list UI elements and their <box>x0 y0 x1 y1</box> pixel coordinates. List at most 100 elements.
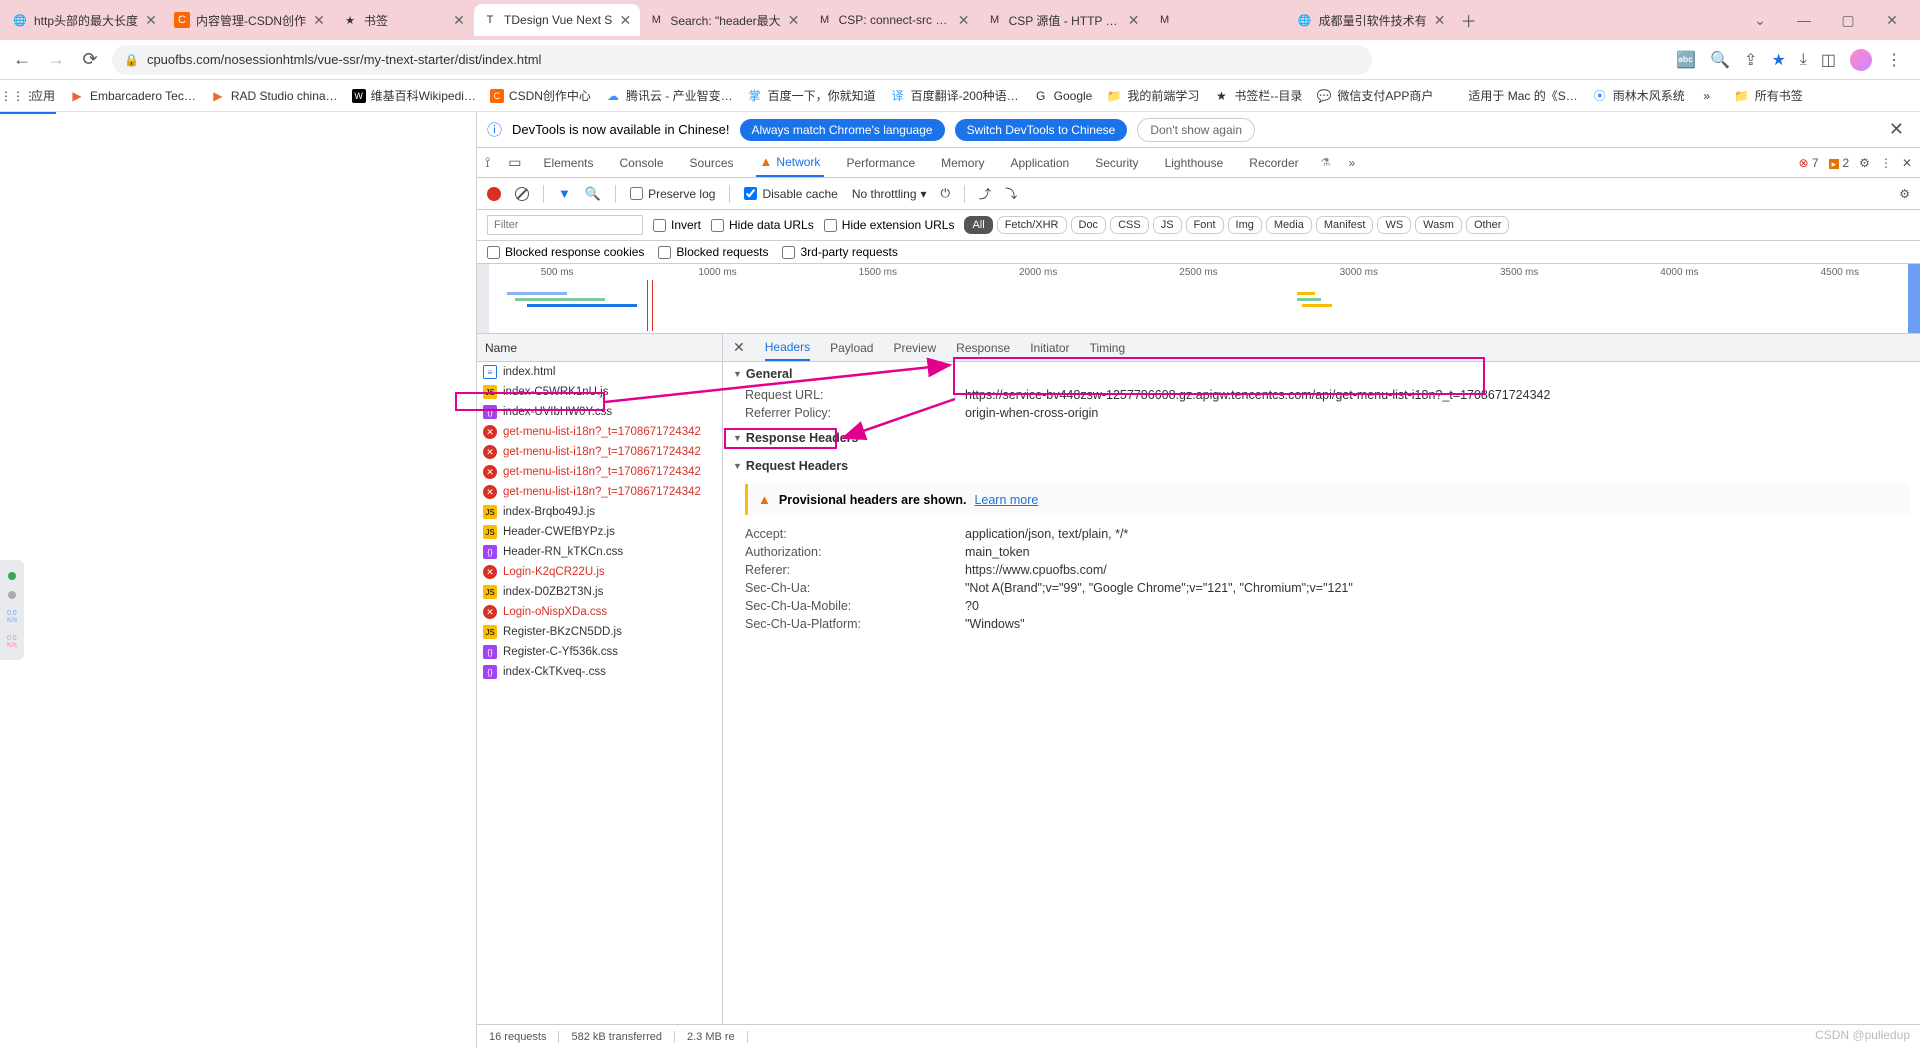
record-button[interactable] <box>487 187 501 201</box>
switch-language-button[interactable]: Switch DevTools to Chinese <box>955 119 1128 141</box>
devtools-tab-memory[interactable]: Memory <box>937 148 988 177</box>
close-tab-icon[interactable]: ✕ <box>312 13 326 27</box>
request-row[interactable]: {}index-UVIbHW0Y.css <box>477 402 722 422</box>
request-row[interactable]: ✕get-menu-list-i18n?_t=1708671724342 <box>477 422 722 442</box>
minimize-button[interactable]: — <box>1792 12 1816 29</box>
devtools-tab-elements[interactable]: Elements <box>539 148 597 177</box>
back-button[interactable]: ← <box>10 48 34 72</box>
blocked-cookies-checkbox[interactable]: Blocked response cookies <box>487 245 644 259</box>
forward-button[interactable]: → <box>44 48 68 72</box>
close-tab-icon[interactable]: ✕ <box>957 13 971 27</box>
panel-icon[interactable]: ◫ <box>1821 50 1836 70</box>
match-language-button[interactable]: Always match Chrome's language <box>740 119 945 141</box>
reload-button[interactable]: ⟳ <box>78 48 102 72</box>
request-row[interactable]: {}Header-RN_kTKCn.css <box>477 542 722 562</box>
bookmark-item[interactable]: GGoogle <box>1033 88 1093 104</box>
preserve-log-checkbox[interactable]: Preserve log <box>630 187 715 201</box>
request-row[interactable]: JSindex-C5WRK1nU.js <box>477 382 722 402</box>
detail-tab-timing[interactable]: Timing <box>1090 334 1126 361</box>
request-row[interactable]: ✕Login-K2qCR22U.js <box>477 562 722 582</box>
hide-data-urls-checkbox[interactable]: Hide data URLs <box>711 218 814 232</box>
response-headers-section[interactable]: Response Headers <box>723 426 1920 450</box>
filter-type-css[interactable]: CSS <box>1110 216 1149 234</box>
name-column-header[interactable]: Name <box>477 334 722 362</box>
bookmark-item[interactable]: ▶RAD Studio china… <box>210 88 338 104</box>
error-badge[interactable]: ⊗ 7 <box>1799 156 1819 170</box>
devtools-tab-sources[interactable]: Sources <box>686 148 738 177</box>
filter-type-font[interactable]: Font <box>1186 216 1224 234</box>
share-icon[interactable]: ⇪ <box>1744 50 1757 70</box>
kebab-icon[interactable]: ⋮ <box>1880 156 1892 170</box>
throttling-select[interactable]: No throttling▾ <box>852 187 927 201</box>
browser-tab[interactable]: 🌐成都量引软件技术有✕ <box>1289 4 1455 36</box>
bookmark-item[interactable]: ⋮⋮⋮应用 <box>10 87 55 104</box>
new-tab-button[interactable]: ＋ <box>1455 6 1483 34</box>
request-row[interactable]: ✕get-menu-list-i18n?_t=1708671724342 <box>477 482 722 502</box>
request-row[interactable]: JSindex-D0ZB2T3N.js <box>477 582 722 602</box>
filter-type-ws[interactable]: WS <box>1377 216 1411 234</box>
close-tab-icon[interactable]: ✕ <box>618 13 632 27</box>
detail-tab-headers[interactable]: Headers <box>765 334 810 361</box>
detail-tab-initiator[interactable]: Initiator <box>1030 334 1069 361</box>
warning-badge[interactable]: ▸ 2 <box>1829 156 1850 170</box>
more-tabs-icon[interactable]: » <box>1349 156 1356 170</box>
bookmark-item[interactable]: 📁我的前端学习 <box>1106 87 1199 104</box>
menu-icon[interactable]: ⋮ <box>1886 50 1902 70</box>
avatar[interactable] <box>1850 49 1872 71</box>
bookmark-item[interactable]: CCSDN创作中心 <box>490 87 591 104</box>
third-party-checkbox[interactable]: 3rd-party requests <box>782 245 897 259</box>
hide-extension-urls-checkbox[interactable]: Hide extension URLs <box>824 218 955 232</box>
invert-checkbox[interactable]: Invert <box>653 218 701 232</box>
bookmark-item[interactable]: ⦿雨林木风系统 <box>1592 87 1685 104</box>
request-row[interactable]: ✕Login-oNispXDa.css <box>477 602 722 622</box>
settings-gear-icon[interactable]: ⚙ <box>1899 187 1910 201</box>
dont-show-button[interactable]: Don't show again <box>1137 118 1255 142</box>
disable-cache-checkbox[interactable]: Disable cache <box>744 187 837 201</box>
filter-type-js[interactable]: JS <box>1153 216 1182 234</box>
bookmark-item[interactable]: ☁腾讯云 - 产业智变… <box>605 87 733 104</box>
close-tab-icon[interactable]: ✕ <box>787 13 801 27</box>
general-section[interactable]: General <box>723 362 1920 386</box>
filter-type-other[interactable]: Other <box>1466 216 1510 234</box>
filter-type-doc[interactable]: Doc <box>1071 216 1107 234</box>
filter-type-fetch-xhr[interactable]: Fetch/XHR <box>997 216 1067 234</box>
devtools-tab-recorder[interactable]: Recorder <box>1245 148 1302 177</box>
side-widget[interactable]: 0.0K/s 0.0K/s <box>0 560 24 660</box>
wifi-icon[interactable]: ⏻ <box>941 186 951 201</box>
request-row[interactable]: ✕get-menu-list-i18n?_t=1708671724342 <box>477 462 722 482</box>
detail-tab-payload[interactable]: Payload <box>830 334 873 361</box>
request-row[interactable]: {}index-CkTKveq-.css <box>477 662 722 682</box>
zoom-icon[interactable]: 🔍 <box>1710 50 1730 70</box>
close-tab-icon[interactable]: ✕ <box>1127 13 1141 27</box>
request-headers-section[interactable]: Request Headers <box>723 454 1920 478</box>
request-row[interactable]: JSRegister-BKzCN5DD.js <box>477 622 722 642</box>
browser-tab[interactable]: ★书签✕ <box>334 4 474 36</box>
filter-type-wasm[interactable]: Wasm <box>1415 216 1462 234</box>
bookmark-item[interactable]: W维基百科Wikipedi… <box>352 87 476 104</box>
filter-type-img[interactable]: Img <box>1228 216 1262 234</box>
request-row[interactable]: ≡index.html <box>477 362 722 382</box>
detail-tab-response[interactable]: Response <box>956 334 1010 361</box>
blocked-requests-checkbox[interactable]: Blocked requests <box>658 245 768 259</box>
bookmark-item[interactable]: 适用于 Mac 的《S… <box>1447 87 1577 104</box>
filter-type-media[interactable]: Media <box>1266 216 1312 234</box>
devtools-tab-security[interactable]: Security <box>1091 148 1142 177</box>
browser-tab[interactable]: TTDesign Vue Next S✕ <box>474 4 640 36</box>
close-icon[interactable]: ✕ <box>1889 119 1910 140</box>
bookmark-item[interactable]: ▶Embarcadero Tec… <box>69 88 196 104</box>
devtools-tab-lighthouse[interactable]: Lighthouse <box>1161 148 1228 177</box>
bookmark-item[interactable]: 译百度翻译-200种语… <box>890 87 1019 104</box>
request-row[interactable]: ✕get-menu-list-i18n?_t=1708671724342 <box>477 442 722 462</box>
bookmark-item[interactable]: 📁所有书签 <box>1734 87 1803 104</box>
close-window-button[interactable]: ✕ <box>1880 12 1904 29</box>
bookmark-item[interactable]: 掌百度一下，你就知道 <box>747 87 876 104</box>
browser-tab[interactable]: 🌐http头部的最大长度✕ <box>4 4 166 36</box>
close-detail-icon[interactable]: ✕ <box>733 339 745 356</box>
star-icon[interactable]: ★ <box>1771 50 1785 70</box>
bookmark-item[interactable]: » <box>1699 88 1720 104</box>
request-row[interactable]: JSindex-Brqbo49J.js <box>477 502 722 522</box>
close-tab-icon[interactable]: ✕ <box>452 13 466 27</box>
browser-tab[interactable]: C内容管理-CSDN创作✕ <box>166 4 334 36</box>
gear-icon[interactable]: ⚙ <box>1859 156 1870 170</box>
search-icon[interactable]: 🔍 <box>585 186 601 202</box>
